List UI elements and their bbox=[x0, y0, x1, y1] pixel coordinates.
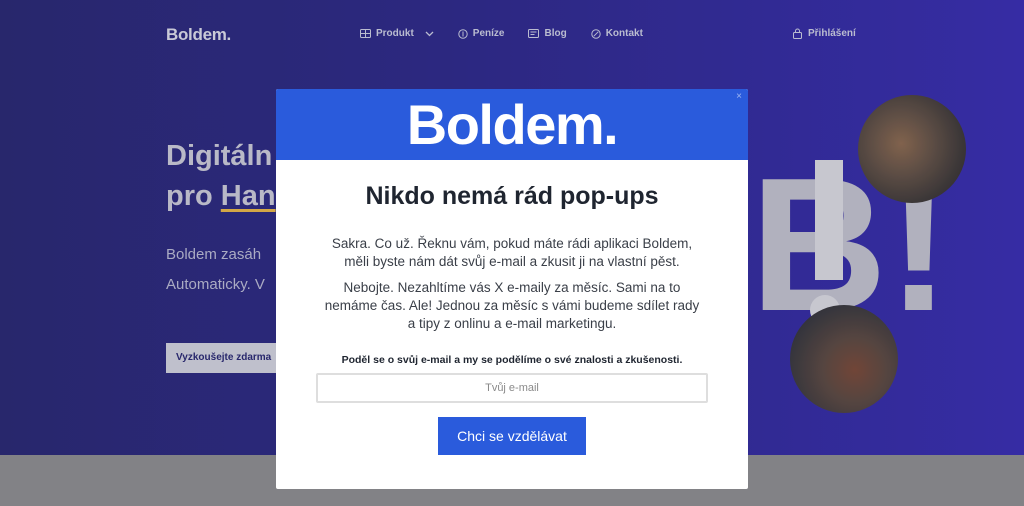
subscribe-button[interactable]: Chci se vzdělávat bbox=[438, 417, 586, 455]
popup-paragraph-1: Sakra. Co už. Řeknu vám, pokud máte rádi… bbox=[331, 236, 693, 269]
close-icon[interactable]: × bbox=[736, 91, 742, 102]
email-label: Poděl se o svůj e-mail a my se podělíme … bbox=[341, 354, 683, 366]
popup-title: Nikdo nemá rád pop-ups bbox=[365, 182, 659, 210]
popup-logo: Boldem. bbox=[406, 93, 619, 156]
popup-header: Boldem. × bbox=[276, 89, 748, 160]
email-field[interactable] bbox=[316, 373, 708, 403]
newsletter-popup: Boldem. × Nikdo nemá rád pop-ups Sakra. … bbox=[276, 89, 748, 489]
popup-paragraph-2: Nebojte. Nezahltíme vás X e-maily za měs… bbox=[324, 280, 700, 331]
